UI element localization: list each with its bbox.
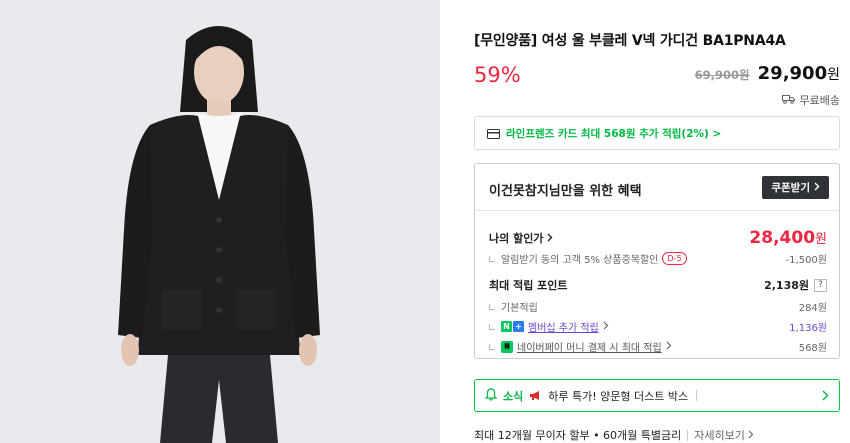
membership-points-row: N + 멤버십 추가 적립 1,136원 <box>489 319 827 334</box>
help-button[interactable]: ? <box>814 278 827 292</box>
max-points-value-wrap: 2,138원 ? <box>764 277 827 293</box>
benefit-panel: 이건못참지님만을 위한 혜택 쿠폰받기 나의 할인가 28,400원 알림받기 … <box>474 163 840 359</box>
chevron-right-icon <box>822 386 829 405</box>
installment-text: 최대 12개월 무이자 할부 • 60개월 특별금리 <box>474 429 682 442</box>
truck-icon <box>781 94 795 107</box>
benefit-header: 이건못참지님만을 위한 혜택 쿠폰받기 <box>475 164 839 211</box>
product-photo-illustration <box>0 0 440 443</box>
original-price: 69,900원 <box>694 68 750 82</box>
max-points-row: 최대 적립 포인트 2,138원 ? <box>489 277 827 293</box>
my-discount-link[interactable]: 나의 할인가 <box>489 230 553 246</box>
chevron-right-icon <box>748 429 754 442</box>
max-points-label: 최대 적립 포인트 <box>489 279 568 292</box>
product-image <box>0 0 440 443</box>
tree-elbow-icon <box>489 303 495 310</box>
alert-discount-info: 알림받기 동의 고객 5% 상품중복할인 D-5 <box>489 251 687 266</box>
my-discount-price: 28,400원 <box>749 228 827 248</box>
basic-points-value: 284원 <box>798 303 827 314</box>
npay-points-value: 568원 <box>798 343 827 354</box>
chevron-right-icon <box>603 321 609 333</box>
alert-discount-label: 알림받기 동의 고객 5% 상품중복할인 <box>501 255 659 266</box>
npay-points-row: ₦ 네이버페이 머니 결제 시 최대 적립 568원 <box>489 339 827 354</box>
installment-divider <box>687 429 689 441</box>
shipping-label: 무료배송 <box>799 94 840 107</box>
npay-points-info: ₦ 네이버페이 머니 결제 시 최대 적립 <box>489 339 672 354</box>
installment-more-label: 자세히보기 <box>694 429 745 442</box>
tree-elbow-icon <box>489 323 495 330</box>
chevron-right-icon <box>666 341 672 353</box>
installment-info: 최대 12개월 무이자 할부 • 60개월 특별금리 자세히보기 <box>474 427 754 443</box>
coupon-button[interactable]: 쿠폰받기 <box>762 176 829 199</box>
my-price-unit: 원 <box>815 232 827 247</box>
card-promo-banner[interactable]: 라인프렌즈 카드 최대 568원 추가 적립(2%) > <box>474 116 840 150</box>
my-price-number: 28,400 <box>749 228 816 248</box>
installment-more-link[interactable]: 자세히보기 <box>694 427 754 443</box>
chevron-right-icon <box>547 232 553 245</box>
discount-rate: 59% <box>474 63 521 87</box>
my-discount-row: 나의 할인가 28,400원 <box>489 228 827 248</box>
sale-price-unit: 원 <box>827 67 840 83</box>
basic-points-label: 기본적립 <box>501 303 538 314</box>
basic-points-info: 기본적립 <box>489 299 538 314</box>
card-icon <box>487 124 500 143</box>
alert-discount-value: -1,500원 <box>785 255 827 266</box>
basic-points-row: 기본적립 284원 <box>489 299 827 314</box>
price-row: 69,900원 29,900원 <box>695 63 840 84</box>
product-info-panel: [무인양품] 여성 울 부클레 V넥 가디건 BA1PNA4A 59% 69,9… <box>474 0 840 443</box>
megaphone-icon <box>529 386 542 405</box>
bell-icon <box>484 386 498 405</box>
naver-pay-icon: ₦ <box>501 340 513 353</box>
tree-elbow-icon <box>489 255 495 262</box>
shipping-info: 무료배송 <box>781 92 840 108</box>
notice-banner[interactable]: 소식 하루 특가! 양문형 더스트 박스 <box>474 379 840 412</box>
alert-discount-row: 알림받기 동의 고객 5% 상품중복할인 D-5 -1,500원 <box>489 251 827 266</box>
my-discount-label: 나의 할인가 <box>489 232 544 245</box>
notice-divider <box>696 390 698 401</box>
npay-points-link[interactable]: 네이버페이 머니 결제 시 최대 적립 <box>517 339 662 354</box>
product-title: [무인양품] 여성 울 부클레 V넥 가디건 BA1PNA4A <box>474 33 786 49</box>
notice-text: 하루 특가! 양문형 더스트 박스 <box>548 389 689 403</box>
membership-points-value: 1,136원 <box>789 323 827 334</box>
d-day-badge: D-5 <box>662 252 687 265</box>
tree-elbow-icon <box>489 343 495 350</box>
naver-plus-badge-icon: N + <box>501 321 524 332</box>
membership-points-link[interactable]: 멤버십 추가 적립 <box>528 319 599 334</box>
benefit-title: 이건못참지님만을 위한 혜택 <box>489 184 642 199</box>
sale-price: 29,900원 <box>758 63 840 84</box>
max-points-value: 2,138원 <box>764 279 809 292</box>
chevron-right-icon <box>814 182 820 194</box>
notice-tag: 소식 <box>503 389 524 403</box>
coupon-button-label: 쿠폰받기 <box>771 182 810 194</box>
card-promo-text: 라인프렌즈 카드 최대 568원 추가 적립(2%) > <box>506 127 722 140</box>
membership-points-info: N + 멤버십 추가 적립 <box>489 319 609 334</box>
sale-price-number: 29,900 <box>757 63 828 84</box>
